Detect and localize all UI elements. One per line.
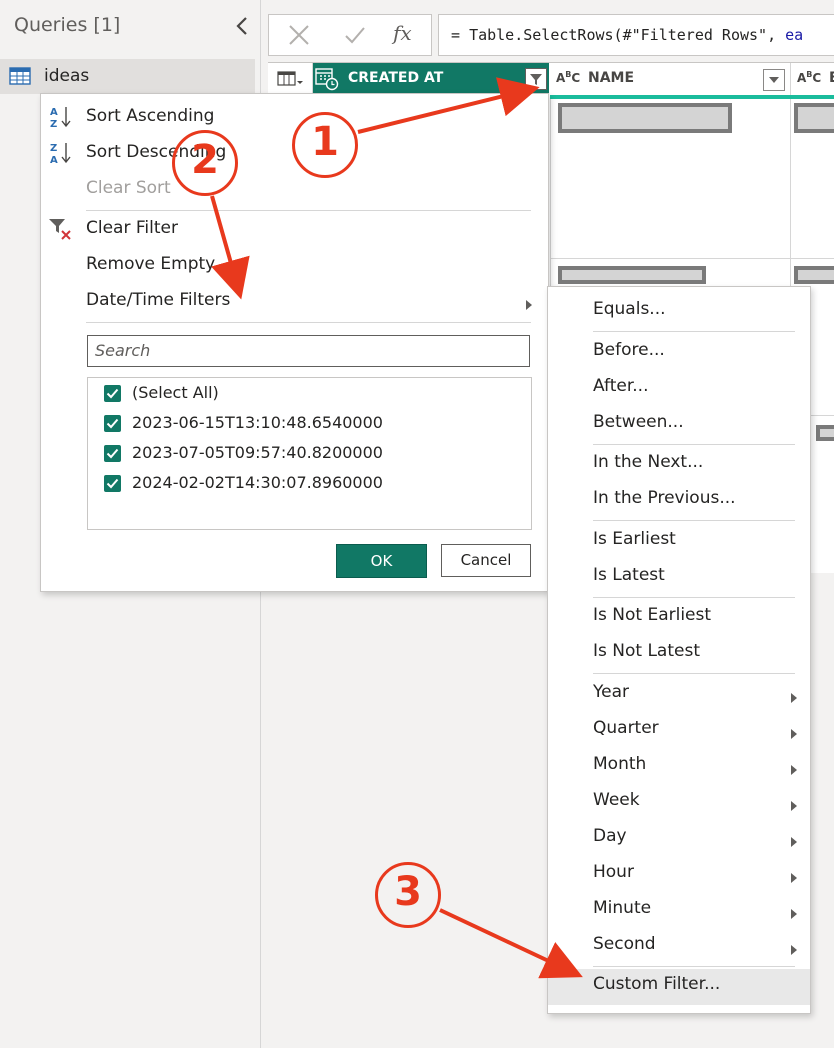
callout-step-1: 1	[292, 112, 358, 178]
callout-number: 2	[191, 137, 219, 183]
callout-number: 3	[394, 869, 422, 915]
callout-number: 1	[311, 119, 339, 165]
arrow-to-datetime-filters	[210, 195, 250, 300]
arrow-to-custom-filter	[439, 908, 583, 979]
callout-step-3: 3	[375, 862, 441, 928]
callout-step-2: 2	[172, 130, 238, 196]
arrow-to-filter-button	[357, 77, 540, 134]
